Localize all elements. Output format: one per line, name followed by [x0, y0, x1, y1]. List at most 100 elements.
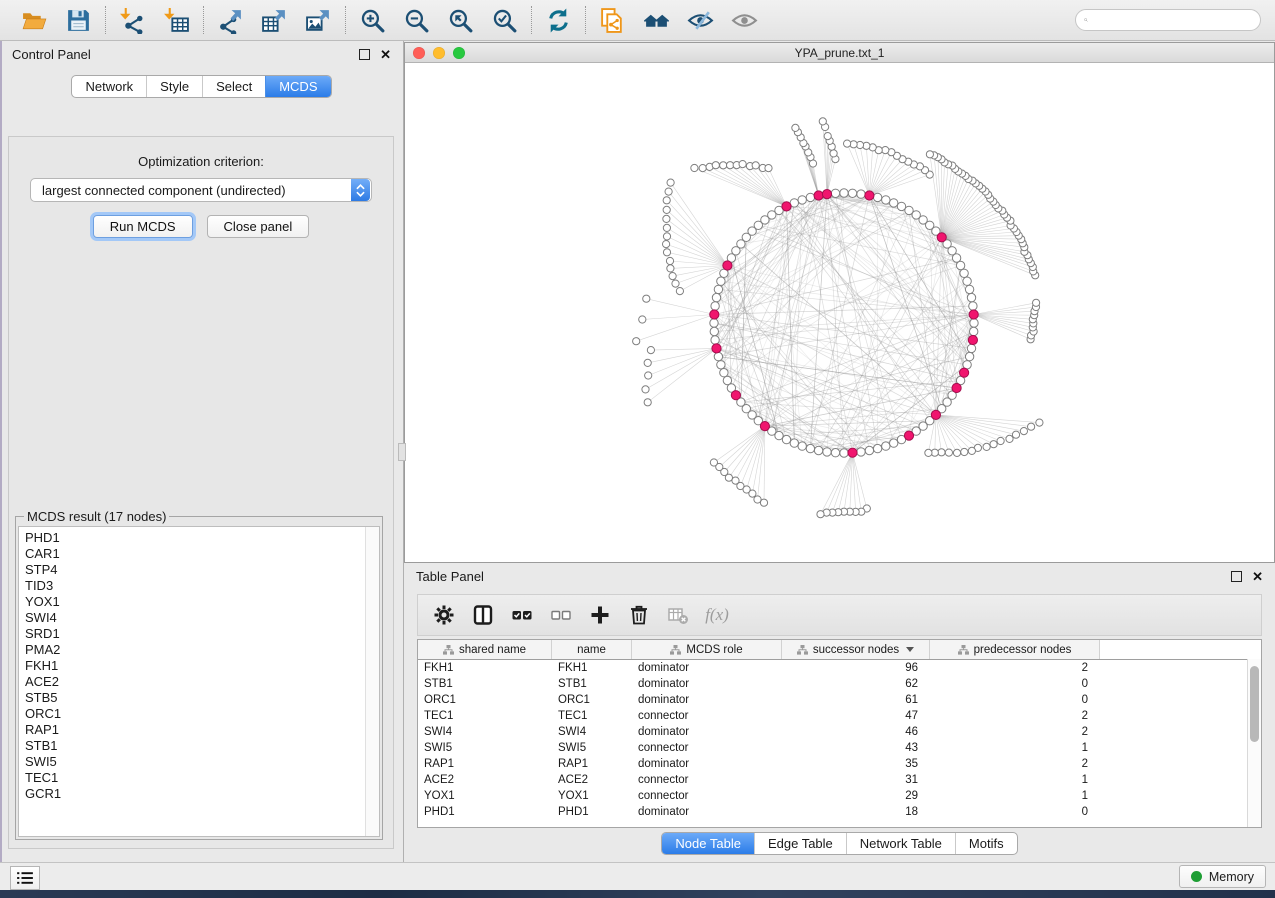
run-mcds-button[interactable]: Run MCDS: [93, 215, 193, 238]
table-row-yox1[interactable]: YOX1YOX1connector291: [418, 788, 1261, 804]
graph-node[interactable]: [669, 273, 676, 280]
table-row-phd1[interactable]: PHD1PHD1dominator180: [418, 804, 1261, 820]
table-row-swi5[interactable]: SWI5SWI5connector431: [418, 740, 1261, 756]
tab-network-table[interactable]: Network Table: [846, 833, 955, 854]
table-row-tec1[interactable]: TEC1TEC1connector472: [418, 708, 1261, 724]
graph-node[interactable]: [1028, 423, 1035, 430]
zoom-out-icon[interactable]: [403, 7, 430, 34]
graph-node[interactable]: [814, 191, 823, 200]
graph-node[interactable]: [645, 372, 652, 379]
zoom-selected-icon[interactable]: [491, 7, 518, 34]
result-node-item[interactable]: TID3: [25, 578, 373, 594]
column-header-name[interactable]: name: [552, 640, 632, 659]
graph-node[interactable]: [644, 399, 651, 406]
graph-node[interactable]: [925, 449, 932, 456]
delete-table-icon[interactable]: [666, 603, 690, 627]
graph-node[interactable]: [897, 202, 905, 210]
graph-node[interactable]: [633, 338, 640, 345]
tab-select[interactable]: Select: [202, 76, 265, 97]
graph-node[interactable]: [798, 442, 806, 450]
tab-motifs[interactable]: Motifs: [955, 833, 1017, 854]
graph-node[interactable]: [711, 302, 719, 310]
result-list-scrollbar[interactable]: [365, 527, 379, 836]
zoom-in-icon[interactable]: [359, 7, 386, 34]
graph-node[interactable]: [792, 124, 799, 131]
graph-node[interactable]: [882, 196, 890, 204]
duplicate-network-icon[interactable]: [599, 7, 626, 34]
close-window-icon[interactable]: [413, 47, 425, 59]
tab-network[interactable]: Network: [72, 76, 146, 97]
graph-node[interactable]: [831, 449, 839, 457]
result-node-item[interactable]: PMA2: [25, 642, 373, 658]
graph-node[interactable]: [642, 386, 649, 393]
graph-node[interactable]: [643, 295, 650, 302]
close-panel-icon[interactable]: ✕: [380, 48, 391, 61]
graph-node[interactable]: [873, 444, 881, 452]
open-folder-icon[interactable]: [21, 7, 48, 34]
graph-node[interactable]: [970, 327, 978, 335]
graph-node[interactable]: [937, 233, 946, 242]
tab-mcds[interactable]: MCDS: [265, 76, 330, 97]
graph-node[interactable]: [848, 189, 856, 197]
graph-node[interactable]: [926, 151, 933, 158]
graph-node[interactable]: [717, 277, 725, 285]
result-node-item[interactable]: ORC1: [25, 706, 373, 722]
zoom-fit-icon[interactable]: [447, 7, 474, 34]
graph-node[interactable]: [840, 449, 848, 457]
graph-node[interactable]: [644, 359, 651, 366]
graph-node[interactable]: [960, 269, 968, 277]
column-header-shared-name[interactable]: shared name: [418, 640, 552, 659]
graph-node[interactable]: [739, 161, 746, 168]
graph-node[interactable]: [691, 164, 698, 171]
graph-node[interactable]: [969, 302, 977, 310]
graph-node[interactable]: [824, 133, 831, 140]
graph-node[interactable]: [647, 347, 654, 354]
graph-node[interactable]: [823, 448, 831, 456]
result-node-item[interactable]: YOX1: [25, 594, 373, 610]
graph-node[interactable]: [663, 197, 670, 204]
graph-node[interactable]: [965, 285, 973, 293]
graph-node[interactable]: [873, 193, 881, 201]
graph-node[interactable]: [844, 140, 851, 147]
result-node-item[interactable]: ACE2: [25, 674, 373, 690]
graph-node[interactable]: [968, 447, 975, 454]
result-node-item[interactable]: SWI4: [25, 610, 373, 626]
graph-node[interactable]: [1006, 435, 1013, 442]
minimize-window-icon[interactable]: [433, 47, 445, 59]
result-node-item[interactable]: SRD1: [25, 626, 373, 642]
home-icon[interactable]: [643, 7, 670, 34]
graph-node[interactable]: [1036, 419, 1043, 426]
show-columns-icon[interactable]: [471, 603, 495, 627]
graph-node[interactable]: [663, 233, 670, 240]
graph-node[interactable]: [967, 344, 975, 352]
graph-node[interactable]: [710, 327, 718, 335]
table-row-stb1[interactable]: STB1STB1dominator620: [418, 676, 1261, 692]
export-image-icon[interactable]: [305, 7, 332, 34]
graph-node[interactable]: [952, 383, 961, 392]
result-node-item[interactable]: CAR1: [25, 546, 373, 562]
graph-node[interactable]: [710, 319, 718, 327]
graph-node[interactable]: [865, 446, 873, 454]
graph-node[interactable]: [819, 118, 826, 125]
graph-node[interactable]: [983, 443, 990, 450]
graph-node[interactable]: [754, 496, 761, 503]
graph-node[interactable]: [806, 193, 814, 201]
graph-node[interactable]: [672, 280, 679, 287]
network-canvas[interactable]: [405, 62, 1274, 562]
panel-splitter-handle[interactable]: [398, 443, 406, 461]
graph-node[interactable]: [970, 319, 978, 327]
table-options-icon[interactable]: [432, 603, 456, 627]
graph-node[interactable]: [663, 224, 670, 231]
graph-node[interactable]: [712, 162, 719, 169]
graph-node[interactable]: [963, 277, 971, 285]
column-header-predecessor-nodes[interactable]: predecessor nodes: [930, 640, 1100, 659]
graph-node[interactable]: [938, 449, 945, 456]
graph-node[interactable]: [1020, 428, 1027, 435]
graph-node[interactable]: [676, 288, 683, 295]
graph-node[interactable]: [840, 189, 848, 197]
graph-node[interactable]: [968, 335, 977, 344]
close-panel-button[interactable]: Close panel: [207, 215, 310, 238]
task-history-button[interactable]: [10, 866, 40, 890]
graph-node[interactable]: [711, 336, 719, 344]
close-table-panel-icon[interactable]: ✕: [1252, 570, 1263, 583]
